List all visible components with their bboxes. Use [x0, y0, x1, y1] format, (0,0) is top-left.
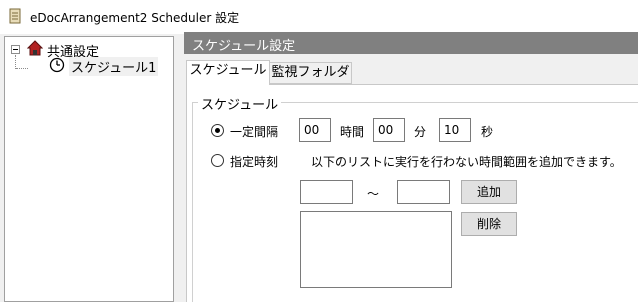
tree-connector — [15, 55, 16, 69]
excluded-time-list[interactable] — [300, 211, 452, 288]
hours-input[interactable] — [299, 118, 331, 142]
house-icon — [27, 40, 43, 56]
group-title: スケジュール — [198, 94, 282, 113]
collapse-toggle-icon[interactable] — [11, 45, 20, 54]
minutes-input[interactable] — [373, 118, 405, 142]
panel-title: スケジュール設定 — [192, 39, 296, 54]
minutes-unit: 分 — [414, 125, 427, 139]
tree-item-schedule1[interactable]: スケジュール1 — [69, 57, 159, 76]
range-end-input[interactable] — [397, 180, 450, 204]
seconds-unit: 秒 — [481, 125, 494, 139]
tab-schedule[interactable]: スケジュール — [186, 60, 270, 85]
tab-watch-folder[interactable]: 監視フォルダ — [270, 62, 352, 84]
specified-time-description: 以下のリストに実行を行わない時間範囲を追加できます。 — [311, 155, 622, 169]
interval-label[interactable]: 一定間隔 — [230, 123, 278, 140]
delete-button[interactable]: 削除 — [461, 212, 517, 236]
range-separator: ～ — [367, 187, 380, 201]
specified-time-radio[interactable] — [211, 154, 224, 167]
panel-header: スケジュール設定 — [184, 32, 638, 54]
specified-time-label[interactable]: 指定時刻 — [230, 153, 278, 170]
range-start-input[interactable] — [300, 180, 353, 204]
title-bar: eDocArrangement2 Scheduler 設定 — [0, 0, 638, 34]
settings-tree[interactable]: 共通設定 スケジュール1 — [4, 36, 174, 302]
window-title: eDocArrangement2 Scheduler 設定 — [30, 11, 240, 25]
hours-unit: 時間 — [340, 125, 365, 139]
interval-radio[interactable] — [211, 124, 224, 137]
tree-connector — [16, 68, 28, 69]
app-scroll-icon — [9, 8, 21, 24]
seconds-input[interactable] — [439, 118, 471, 142]
clock-icon — [49, 57, 65, 73]
add-button[interactable]: 追加 — [461, 180, 517, 204]
